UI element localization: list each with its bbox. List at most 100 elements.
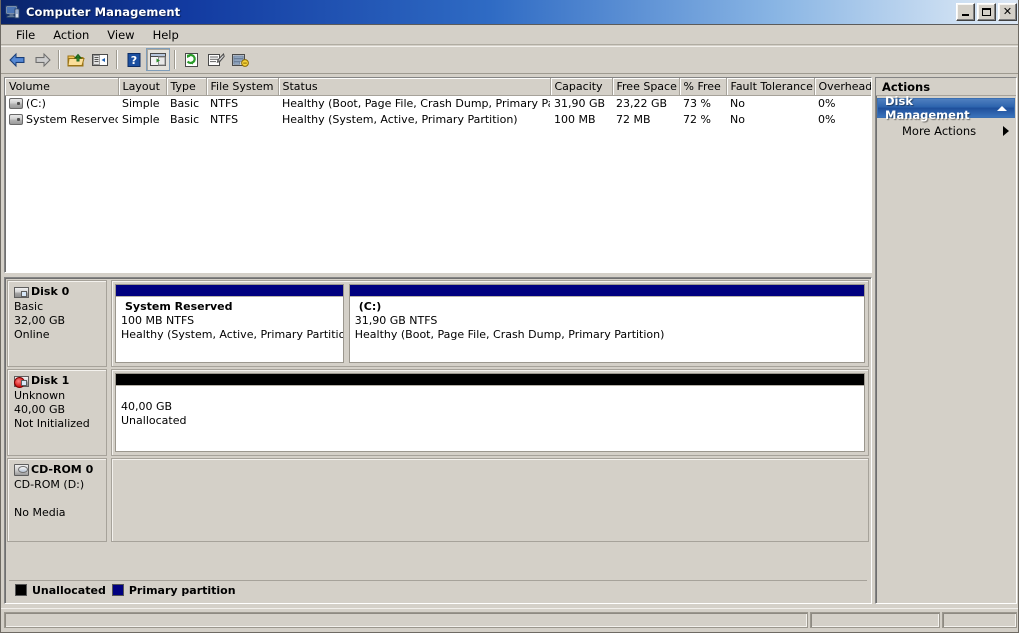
table-row[interactable]: System Reserved Simple Basic NTFS Health… xyxy=(5,112,871,128)
disk-state: No Media xyxy=(14,506,66,519)
cell-file-system: NTFS xyxy=(210,97,239,111)
column-header-layout[interactable]: Layout xyxy=(118,78,167,96)
partition-size-fs: 40,00 GB xyxy=(121,400,173,413)
show-hide-action-pane-button[interactable] xyxy=(146,48,170,71)
cell-type: Basic xyxy=(170,97,200,111)
status-pane-2 xyxy=(810,612,940,628)
disk-graphical-inner: Disk 0 Basic 32,00 GB Online System Rese… xyxy=(7,280,869,601)
disk-state: Not Initialized xyxy=(14,417,90,430)
cdrom-icon xyxy=(14,464,29,476)
volume-name: (C:) xyxy=(26,97,46,111)
toolbar-separator-2 xyxy=(116,50,118,69)
center-pane: Volume Layout Type File System Status Ca… xyxy=(4,77,872,604)
partition-title: System Reserved xyxy=(125,300,233,313)
partition-size-fs: 31,90 GB NTFS xyxy=(354,314,438,327)
cell-free-space: 23,22 GB xyxy=(616,97,668,111)
legend-swatch-unallocated xyxy=(15,584,27,596)
column-header-type[interactable]: Type xyxy=(166,78,207,96)
chevron-up-icon[interactable] xyxy=(997,105,1007,111)
menu-help[interactable]: Help xyxy=(144,26,188,44)
partition-color-bar xyxy=(116,374,864,385)
disk-header-disk-1[interactable]: Disk 1 Unknown 40,00 GB Not Initialized xyxy=(7,369,107,456)
content-area: Volume Layout Type File System Status Ca… xyxy=(1,74,1018,607)
partition-color-bar xyxy=(116,285,343,296)
svg-text:?: ? xyxy=(131,54,137,67)
cell-overhead: 0% xyxy=(818,113,836,126)
column-header-capacity[interactable]: Capacity xyxy=(550,78,613,96)
column-header-overhead[interactable]: Overhead xyxy=(814,78,871,96)
disk-partitions-disk-0: System Reserved 100 MB NTFS Healthy (Sys… xyxy=(111,280,869,367)
cell-percent-free: 73 % xyxy=(683,97,711,111)
minimize-button[interactable] xyxy=(956,3,975,21)
partition-c-drive[interactable]: (C:) 31,90 GB NTFS Healthy (Boot, Page F… xyxy=(348,284,865,363)
cell-fault-tolerance: No xyxy=(730,113,745,126)
close-button[interactable]: ✕ xyxy=(998,3,1017,21)
column-header-free-space[interactable]: Free Space xyxy=(612,78,680,96)
cell-status: Healthy (System, Active, Primary Partiti… xyxy=(282,113,518,126)
actions-group-disk-management[interactable]: Disk Management xyxy=(877,94,1015,122)
column-header-volume[interactable]: Volume xyxy=(5,78,119,96)
legend-label: Unallocated xyxy=(32,583,106,597)
cell-capacity: 31,90 GB xyxy=(554,97,606,111)
table-row[interactable]: (C:) Simple Basic NTFS Healthy (Boot, Pa… xyxy=(5,96,871,112)
column-header-status[interactable]: Status xyxy=(278,78,551,96)
drive-icon xyxy=(9,114,23,125)
cell-percent-free: 72 % xyxy=(683,113,711,126)
back-button[interactable] xyxy=(6,48,30,71)
partition-status: Healthy (System, Active, Primary Partiti… xyxy=(121,328,344,341)
status-pane-3 xyxy=(942,612,1017,628)
column-header-percent-free[interactable]: % Free xyxy=(679,78,727,96)
toolbar-separator-3 xyxy=(174,50,176,69)
disk-name: CD-ROM 0 xyxy=(31,463,94,476)
partition-system-reserved[interactable]: System Reserved 100 MB NTFS Healthy (Sys… xyxy=(115,284,344,363)
partition-status: Healthy (Boot, Page File, Crash Dump, Pr… xyxy=(354,328,665,341)
volume-table: Volume Layout Type File System Status Ca… xyxy=(5,78,871,128)
cell-overhead: 0% xyxy=(818,97,836,111)
toolbar: ? xyxy=(1,46,1018,74)
window-controls: ✕ xyxy=(956,3,1017,21)
disk-graphical-view[interactable]: Disk 0 Basic 32,00 GB Online System Rese… xyxy=(4,277,872,604)
disk-type: Basic xyxy=(14,300,44,313)
partition-status: Unallocated xyxy=(121,414,187,427)
title-bar: Computer Management ✕ xyxy=(1,0,1018,25)
disk-partitions-cdrom-0 xyxy=(111,458,869,542)
partition-unallocated[interactable]: 40,00 GB Unallocated xyxy=(115,373,865,452)
disk-row-cdrom-0[interactable]: CD-ROM 0 CD-ROM (D:) No Media xyxy=(7,458,869,542)
cell-fault-tolerance: No xyxy=(730,97,745,111)
column-header-file-system[interactable]: File System xyxy=(206,78,279,96)
menu-view[interactable]: View xyxy=(98,26,143,44)
forward-button[interactable] xyxy=(30,48,54,71)
legend-swatch-primary xyxy=(111,584,124,596)
help-button[interactable]: ? xyxy=(122,48,146,71)
menu-file[interactable]: File xyxy=(7,26,44,44)
rescan-disks-button[interactable] xyxy=(228,48,252,71)
action-more-actions[interactable]: More Actions xyxy=(876,121,1016,141)
legend-label: Primary partition xyxy=(128,583,236,597)
menu-bar: File Action View Help xyxy=(1,25,1018,45)
actions-group-label: Disk Management xyxy=(885,94,970,122)
partition-size-fs: 100 MB NTFS xyxy=(121,314,195,327)
disk-size: 40,00 GB xyxy=(14,403,66,416)
cell-layout: Simple xyxy=(122,113,160,126)
menu-action[interactable]: Action xyxy=(44,26,98,44)
computer-management-icon xyxy=(5,4,21,20)
disk-header-disk-0[interactable]: Disk 0 Basic 32,00 GB Online xyxy=(7,280,107,367)
column-header-fault-tolerance[interactable]: Fault Tolerance xyxy=(726,78,815,96)
disk-warning-icon xyxy=(14,375,29,388)
show-hide-tree-button[interactable] xyxy=(88,48,112,71)
partition-color-bar xyxy=(349,285,864,296)
properties-button[interactable] xyxy=(204,48,228,71)
action-label: More Actions xyxy=(902,124,977,138)
disk-row-disk-1[interactable]: Disk 1 Unknown 40,00 GB Not Initialized … xyxy=(7,369,869,456)
disk-row-disk-0[interactable]: Disk 0 Basic 32,00 GB Online System Rese… xyxy=(7,280,869,367)
legend-item-unallocated: Unallocated xyxy=(15,584,106,597)
maximize-button[interactable] xyxy=(977,3,996,21)
cell-type: Basic xyxy=(170,113,200,126)
status-pane-main xyxy=(4,612,808,628)
refresh-button[interactable] xyxy=(180,48,204,71)
disk-header-cdrom-0[interactable]: CD-ROM 0 CD-ROM (D:) No Media xyxy=(7,458,107,542)
disk-type: CD-ROM (D:) xyxy=(14,478,85,491)
disk-state: Online xyxy=(14,328,50,341)
up-one-level-button[interactable] xyxy=(64,48,88,71)
volume-list[interactable]: Volume Layout Type File System Status Ca… xyxy=(4,77,872,273)
